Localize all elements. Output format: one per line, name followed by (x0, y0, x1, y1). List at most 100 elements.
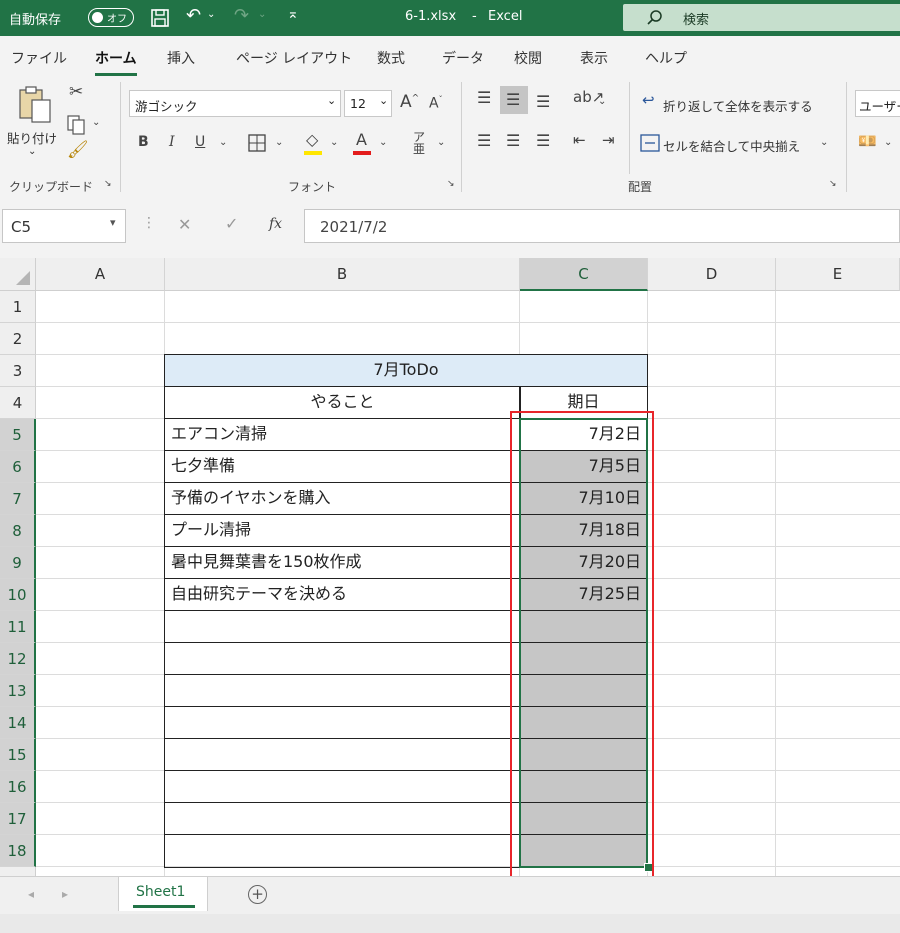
copy-icon[interactable] (66, 114, 88, 136)
merge-center-button[interactable]: セルを結合して中央揃え (663, 136, 800, 155)
tab-help[interactable]: ヘルプ (645, 48, 687, 68)
font-name-dropdown[interactable]: 游ゴシック ⌄ (129, 90, 341, 117)
empty-task-cell[interactable] (164, 834, 521, 868)
column-header-a[interactable]: A (36, 258, 165, 291)
increase-indent-icon[interactable]: ⇥ (602, 133, 615, 148)
name-box[interactable]: C5 ▾ (2, 209, 126, 243)
tab-review[interactable]: 校閲 (514, 48, 542, 68)
table-title[interactable]: 7月ToDo (164, 354, 648, 387)
task-cell[interactable]: 自由研究テーマを決める (164, 578, 521, 611)
row-header[interactable]: 4 (0, 387, 36, 419)
phonetic-dropdown-icon[interactable]: ⌄ (437, 138, 445, 148)
scroll-left-icon[interactable]: ◂ (28, 887, 34, 901)
fill-color-dropdown-icon[interactable]: ⌄ (330, 138, 338, 148)
customize-toolbar-icon[interactable]: ⌅ (287, 6, 299, 22)
column-header-c[interactable]: C (520, 258, 648, 291)
task-cell[interactable]: 暑中見舞葉書を150枚作成 (164, 546, 521, 579)
bold-button[interactable]: B (138, 135, 149, 149)
font-color-icon[interactable]: A (356, 132, 367, 148)
spreadsheet-grid[interactable]: A B C D E 1 2 3 4 5 6 7 8 9 10 11 12 13 … (0, 258, 900, 876)
scroll-right-icon[interactable]: ▸ (62, 887, 68, 901)
fill-color-icon[interactable]: ◇ (306, 132, 318, 148)
row-header[interactable]: 8 (0, 515, 36, 547)
empty-task-cell[interactable] (164, 642, 521, 675)
tab-insert[interactable]: 挿入 (167, 48, 195, 68)
search-box[interactable]: 検索 (623, 4, 900, 31)
font-launcher-icon[interactable]: ↘ (447, 180, 455, 189)
font-size-dropdown[interactable]: 12 ⌄ (344, 90, 392, 117)
row-header[interactable]: 11 (0, 611, 36, 643)
tab-data[interactable]: データ (442, 48, 484, 68)
task-cell[interactable]: プール清掃 (164, 514, 521, 547)
wrap-text-icon[interactable]: ↩ (642, 93, 655, 108)
tab-view[interactable]: 表示 (580, 48, 608, 68)
merge-dropdown-icon[interactable]: ⌄ (820, 138, 828, 148)
select-all-button[interactable] (0, 258, 36, 291)
task-cell[interactable]: エアコン清掃 (164, 418, 521, 451)
row-header[interactable]: 15 (0, 739, 36, 771)
row-header[interactable]: 17 (0, 803, 36, 835)
italic-button[interactable]: I (169, 135, 175, 149)
header-task[interactable]: やること (164, 386, 521, 419)
borders-dropdown-icon[interactable]: ⌄ (275, 138, 283, 148)
phonetic-icon[interactable]: ア亜 (413, 131, 425, 155)
empty-task-cell[interactable] (164, 706, 521, 739)
empty-task-cell[interactable] (164, 674, 521, 707)
row-header[interactable]: 10 (0, 579, 36, 611)
row-header[interactable]: 12 (0, 643, 36, 675)
autosave-toggle[interactable]: オフ (88, 8, 134, 27)
tab-page-layout[interactable]: ページ レイアウト (236, 48, 352, 68)
undo-icon[interactable]: ↶ (186, 5, 201, 26)
column-header-d[interactable]: D (648, 258, 776, 291)
decrease-font-size-icon[interactable]: Aˇ (429, 96, 443, 111)
formula-input[interactable]: 2021/7/2 (304, 209, 900, 243)
merge-center-icon[interactable] (640, 134, 660, 152)
column-header-b[interactable]: B (165, 258, 520, 291)
row-header[interactable]: 18 (0, 835, 36, 867)
empty-task-cell[interactable] (164, 610, 521, 643)
tab-file[interactable]: ファイル (11, 48, 67, 68)
align-center-icon[interactable]: ☰ (506, 133, 520, 149)
row-header[interactable]: 2 (0, 323, 36, 355)
accounting-dropdown-icon[interactable]: ⌄ (884, 138, 892, 148)
borders-icon[interactable] (247, 133, 267, 153)
underline-button[interactable]: U (195, 135, 205, 149)
task-cell[interactable]: 予備のイヤホンを購入 (164, 482, 521, 515)
format-painter-icon[interactable]: 🖌 (67, 142, 89, 159)
row-header[interactable]: 5 (0, 419, 36, 451)
row-header[interactable]: 7 (0, 483, 36, 515)
accounting-format-icon[interactable]: 💴 (858, 134, 877, 149)
insert-function-button[interactable]: fx (269, 216, 282, 232)
cut-icon[interactable]: ✂ (69, 84, 83, 101)
decrease-indent-icon[interactable]: ⇤ (573, 133, 586, 148)
orientation-dropdown-icon[interactable]: ⌄ (598, 97, 606, 107)
row-header[interactable]: 13 (0, 675, 36, 707)
paste-dropdown-icon[interactable]: ⌄ (28, 146, 36, 157)
row-header[interactable]: 19 (0, 867, 36, 876)
align-top-icon[interactable]: ☰ (477, 90, 491, 106)
row-header[interactable]: 3 (0, 355, 36, 387)
font-color-dropdown-icon[interactable]: ⌄ (379, 138, 387, 148)
row-header[interactable]: 14 (0, 707, 36, 739)
enter-icon[interactable]: ✓ (225, 214, 238, 233)
row-header[interactable]: 16 (0, 771, 36, 803)
paste-icon[interactable] (16, 84, 56, 124)
save-icon[interactable] (150, 8, 170, 28)
empty-task-cell[interactable] (164, 802, 521, 835)
sheet-tab-sheet1[interactable]: Sheet1 (118, 877, 208, 911)
more-options-icon[interactable]: ⋮ (142, 215, 156, 231)
increase-font-size-icon[interactable]: A^ (400, 94, 419, 111)
paste-label[interactable]: 貼り付け (7, 128, 57, 147)
add-sheet-button[interactable]: + (248, 885, 267, 904)
align-right-icon[interactable]: ☰ (536, 133, 550, 149)
copy-dropdown-icon[interactable]: ⌄ (92, 118, 100, 128)
align-left-icon[interactable]: ☰ (477, 133, 491, 149)
empty-task-cell[interactable] (164, 738, 521, 771)
row-header[interactable]: 9 (0, 547, 36, 579)
redo-icon[interactable]: ↷ (234, 5, 249, 26)
tab-home[interactable]: ホーム (95, 48, 137, 76)
undo-dropdown-icon[interactable]: ⌄ (207, 9, 215, 20)
underline-dropdown-icon[interactable]: ⌄ (219, 138, 227, 148)
tab-formulas[interactable]: 数式 (377, 48, 405, 68)
task-cell[interactable]: 七夕準備 (164, 450, 521, 483)
